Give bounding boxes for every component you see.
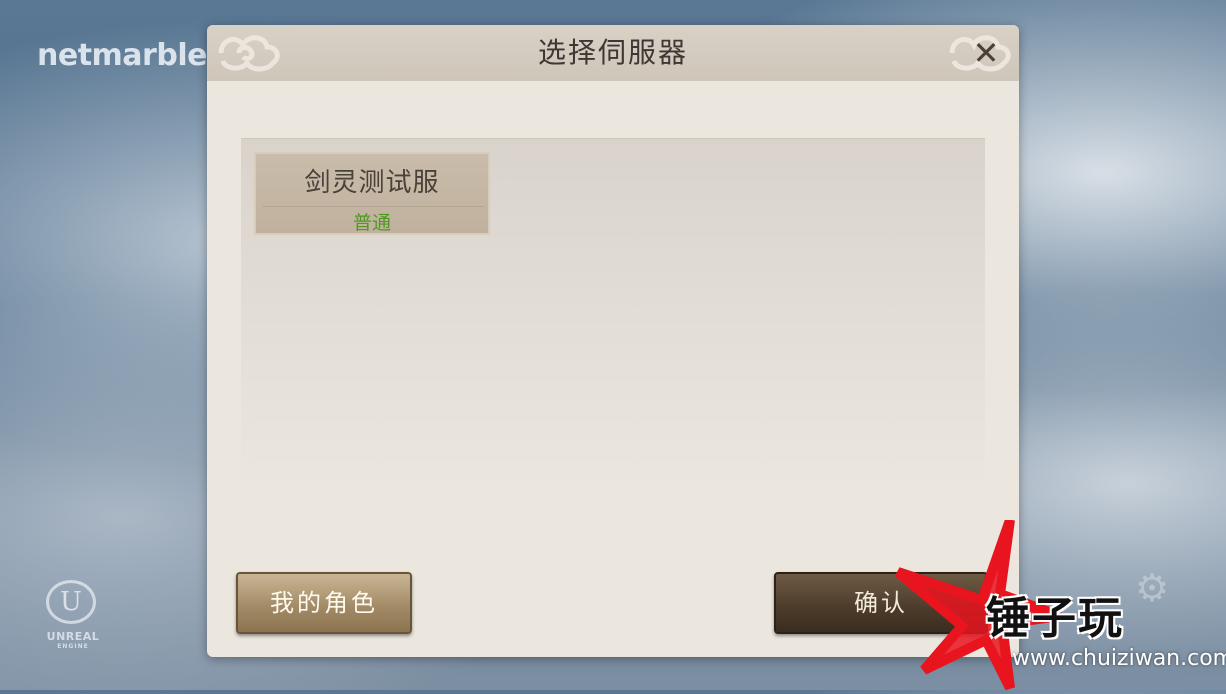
server-name: 剑灵测试服 xyxy=(304,168,440,198)
my-characters-button[interactable]: 我的角色 xyxy=(236,572,412,634)
server-status: 普通 xyxy=(352,212,391,234)
dialog-title: 选择伺服器 xyxy=(537,36,688,69)
unreal-u-icon: U xyxy=(46,580,96,624)
close-icon[interactable]: ✕ xyxy=(969,37,1003,71)
server-select-dialog: 选择伺服器 ✕ 剑灵测试服 普通 我的角色 确认 xyxy=(207,25,1019,657)
engine-sub: ENGINE xyxy=(57,643,89,650)
server-item[interactable]: 剑灵测试服 普通 xyxy=(254,152,490,235)
divider xyxy=(262,206,484,207)
netmarble-logo: netmarble xyxy=(37,38,207,73)
engine-name: UNREAL xyxy=(46,630,100,643)
server-list: 剑灵测试服 普通 xyxy=(241,138,985,489)
confirm-button[interactable]: 确认 xyxy=(774,572,988,634)
unreal-engine-logo: U UNREAL ENGINE xyxy=(38,580,108,650)
gear-icon: ⚙ xyxy=(1135,566,1170,610)
dialog-header: 选择伺服器 ✕ xyxy=(207,25,1019,81)
watermark-url: www.chuiziwan.com xyxy=(1012,646,1226,671)
